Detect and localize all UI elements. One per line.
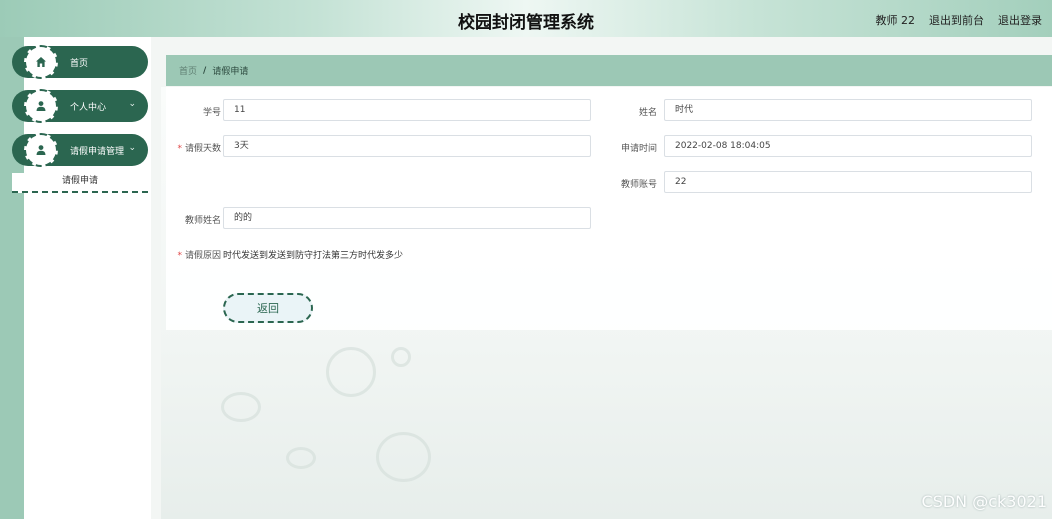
chevron-down-icon: ⌄ <box>128 99 136 109</box>
apply-time-field[interactable]: 2022-02-08 18:04:05 <box>664 135 1032 157</box>
breadcrumb-separator: / <box>203 65 207 76</box>
logout-link[interactable]: 退出登录 <box>998 12 1042 28</box>
water-drop-decoration <box>286 447 316 469</box>
sidebar-item-label: 个人中心 <box>70 103 107 113</box>
name-label: 姓名 <box>638 108 657 118</box>
student-id-label: 学号 <box>202 108 221 118</box>
top-header: 校园封闭管理系统 教师 22 退出到前台 退出登录 <box>0 0 1052 37</box>
name-field[interactable]: 时代 <box>664 99 1032 121</box>
required-asterisk: * <box>177 144 182 154</box>
user-icon <box>24 133 58 167</box>
teacher-name-label: 教师姓名 <box>184 216 221 226</box>
sidebar-item-label: 请假申请管理 <box>70 147 125 157</box>
leave-detail-form: 学号 11 姓名 时代 * 请假天数 3天 申请时间 2022-02-08 18:… <box>166 87 1052 330</box>
water-drop-decoration <box>376 432 431 482</box>
current-user-label: 教师 22 <box>875 14 916 27</box>
teacher-account-label: 教师账号 <box>620 180 657 190</box>
water-drop-decoration <box>391 347 411 367</box>
breadcrumb-current: 请假申请 <box>212 67 249 77</box>
reason-text: 时代发送到发送到防守打法第三方时代发多少 <box>223 251 404 261</box>
back-button[interactable]: 返回 <box>223 293 313 323</box>
required-asterisk: * <box>177 251 182 261</box>
apply-time-label: 申请时间 <box>620 144 657 154</box>
chevron-down-icon: ⌄ <box>128 143 136 153</box>
sidebar: 首页 个人中心 ⌄ 请假申请管理 ⌄ 请假申请 <box>12 37 151 519</box>
sidebar-item-leave-management[interactable]: 请假申请管理 ⌄ <box>12 133 148 167</box>
sidebar-subitem-leave-application[interactable]: 请假申请 <box>12 173 148 193</box>
student-id-field[interactable]: 11 <box>223 99 591 121</box>
home-icon <box>24 45 58 79</box>
reason-label-text: 请假原因 <box>184 251 221 261</box>
sidebar-item-label: 首页 <box>70 59 89 69</box>
exit-to-front-link[interactable]: 退出到前台 <box>929 12 984 28</box>
teacher-name-field[interactable]: 的的 <box>223 207 591 229</box>
water-drop-decoration <box>326 347 376 397</box>
user-icon <box>24 89 58 123</box>
teacher-account-field[interactable]: 22 <box>664 171 1032 193</box>
main-content: 首页 / 请假申请 学号 11 姓名 时代 * 请假天数 3天 申请时间 2022… <box>161 37 1052 519</box>
leave-days-label-text: 请假天数 <box>184 144 221 154</box>
breadcrumb-home-link[interactable]: 首页 <box>179 64 197 77</box>
leave-days-label: * 请假天数 <box>161 141 221 154</box>
header-links: 教师 22 退出到前台 退出登录 <box>876 12 1043 28</box>
water-drop-decoration <box>221 392 261 422</box>
breadcrumb: 首页 / 请假申请 <box>166 55 1052 86</box>
watermark: CSDN @ck3021 <box>921 492 1047 511</box>
leave-days-field[interactable]: 3天 <box>223 135 591 157</box>
sidebar-item-personal-center[interactable]: 个人中心 ⌄ <box>12 89 148 123</box>
sidebar-item-home[interactable]: 首页 <box>12 45 148 79</box>
reason-label: * 请假原因 <box>161 248 221 261</box>
